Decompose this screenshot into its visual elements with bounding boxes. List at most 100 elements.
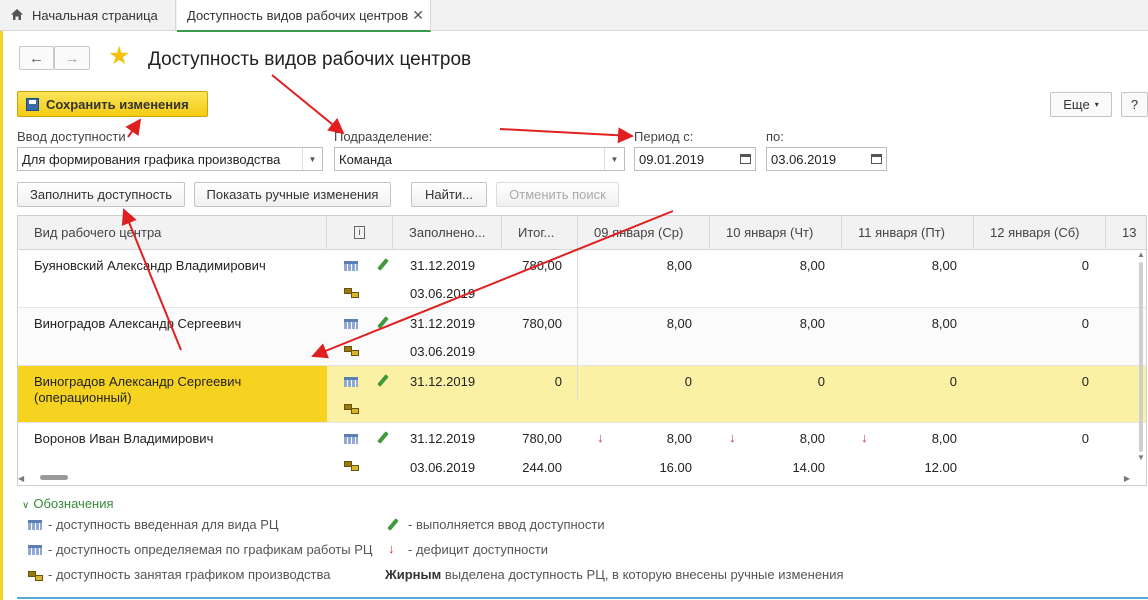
row-day-4: 0 <box>1081 374 1089 389</box>
row-date-end: 03.06.2019 <box>410 344 476 359</box>
row-day-3: 8,00 <box>931 431 957 446</box>
production-schedule-icon <box>344 288 359 298</box>
horizontal-scrollbar[interactable]: ◀ ▶ <box>18 473 1130 483</box>
pencil-icon <box>386 518 398 532</box>
table-row[interactable]: Виноградов Александр Сергеевич 31.12.201… <box>18 308 1146 366</box>
vertical-scrollbar[interactable]: ▲ ▼ <box>1137 250 1145 462</box>
legend-item-input: - выполняется ввод доступности <box>408 517 605 532</box>
forward-button[interactable]: → <box>54 46 90 70</box>
col-header-day-1[interactable]: 09 января (Ср) <box>578 216 710 250</box>
calendar-icon[interactable] <box>735 148 755 170</box>
find-button[interactable]: Найти... <box>411 182 487 207</box>
more-button[interactable]: Еще ▾ <box>1050 92 1112 117</box>
tab-availability[interactable]: Доступность видов рабочих центров ✕ <box>177 0 431 32</box>
row-day-3: 8,00 <box>931 258 957 273</box>
availability-entered-icon <box>344 261 358 271</box>
period-from-field[interactable]: 09.01.2019 <box>634 147 756 171</box>
mode-value: Для формирования графика производства <box>22 151 281 167</box>
row-date-start: 31.12.2019 <box>410 431 476 446</box>
dropdown-icon[interactable]: ▼ <box>302 148 322 170</box>
tab-home-label: Начальная страница <box>32 8 158 23</box>
save-button[interactable]: Сохранить изменения <box>17 91 208 117</box>
row-day-2: 8,00 <box>799 431 825 446</box>
chevron-down-icon: ▾ <box>1094 100 1099 109</box>
division-select[interactable]: Команда ▼ <box>334 147 625 171</box>
col-header-total[interactable]: Итог... <box>502 216 578 250</box>
dropdown-icon[interactable]: ▼ <box>604 148 624 170</box>
col-header-name[interactable]: Вид рабочего центра <box>18 216 327 250</box>
legend-bold-word: Жирным <box>385 567 442 582</box>
row-day-4: 0 <box>1081 316 1089 331</box>
back-button[interactable]: ← <box>19 46 54 70</box>
period-to-value: 03.06.2019 <box>771 151 837 167</box>
row-total: 780,00 <box>522 431 562 446</box>
row-name: Виноградов Александр Сергеевич <box>34 316 242 331</box>
scroll-right-icon[interactable]: ▶ <box>1124 474 1130 483</box>
legend-item-production: - доступность занятая графиком производс… <box>48 567 331 582</box>
fill-availability-button[interactable]: Заполнить доступность <box>17 182 185 207</box>
tab-availability-label: Доступность видов рабочих центров <box>187 7 409 23</box>
favorite-star-icon[interactable]: ★ <box>108 44 130 69</box>
row-day-1: 8,00 <box>666 316 692 331</box>
row-date-start: 31.12.2019 <box>410 316 476 331</box>
pencil-icon <box>376 258 388 272</box>
legend-toggle[interactable]: ∨ Обозначения <box>22 496 114 511</box>
vertical-scroll-thumb[interactable] <box>1139 262 1143 452</box>
row-total: 780,00 <box>522 258 562 273</box>
cancel-search-button[interactable]: Отменить поиск <box>496 182 619 207</box>
help-button[interactable]: ? <box>1121 92 1148 117</box>
column-divider <box>577 250 578 400</box>
annotation-arrow <box>271 74 345 135</box>
col-header-day-5[interactable]: 13 <box>1106 216 1146 250</box>
row-day-1: 0 <box>684 374 692 389</box>
annotation-arrow <box>125 118 142 138</box>
row-day-3: 0 <box>949 374 957 389</box>
scroll-left-icon[interactable]: ◀ <box>18 474 24 483</box>
info-icon: i <box>354 226 365 239</box>
row-name-suffix: (операционный) <box>34 390 132 405</box>
scroll-up-icon[interactable]: ▲ <box>1137 250 1145 259</box>
scroll-down-icon[interactable]: ▼ <box>1137 453 1145 462</box>
tab-home[interactable]: Начальная страница <box>0 0 176 31</box>
page-title: Доступность видов рабочих центров <box>148 49 472 70</box>
row-day-2: 8,00 <box>799 258 825 273</box>
availability-entered-icon <box>344 377 358 387</box>
col-header-filled[interactable]: Заполнено... <box>393 216 502 250</box>
legend-item-schedule: - доступность определяемая по графикам р… <box>48 542 373 557</box>
calendar-icon[interactable] <box>866 148 886 170</box>
availability-entered-icon <box>344 319 358 329</box>
home-icon <box>10 8 24 24</box>
close-icon[interactable]: ✕ <box>412 7 424 24</box>
row-name: Воронов Иван Владимирович <box>34 431 214 446</box>
legend-item-deficit: - дефицит доступности <box>408 542 549 557</box>
production-schedule-icon <box>344 404 359 414</box>
pencil-icon <box>376 374 388 388</box>
mode-label: Ввод доступности <box>17 129 126 144</box>
row-day-4: 0 <box>1081 258 1089 273</box>
period-from-label: Период с: <box>634 129 694 144</box>
mode-select[interactable]: Для формирования графика производства ▼ <box>17 147 323 171</box>
col-header-day-3[interactable]: 11 января (Пт) <box>842 216 974 250</box>
more-button-label: Еще <box>1063 97 1090 112</box>
tab-bar: Начальная страница Доступность видов раб… <box>0 0 1148 32</box>
show-manual-changes-button[interactable]: Показать ручные изменения <box>194 182 391 207</box>
deficit-arrow-icon: ↓ <box>388 541 395 556</box>
period-to-field[interactable]: 03.06.2019 <box>766 147 887 171</box>
annotation-arrow <box>499 127 634 144</box>
availability-schedule-icon <box>28 545 42 555</box>
table-row[interactable]: Буяновский Александр Владимирович 31.12.… <box>18 250 1146 308</box>
horizontal-scroll-thumb[interactable] <box>40 475 68 480</box>
col-header-day-2[interactable]: 10 января (Чт) <box>710 216 842 250</box>
row-total: 0 <box>554 374 562 389</box>
availability-entered-icon <box>344 434 358 444</box>
left-accent-line <box>0 31 3 600</box>
col-header-day-4[interactable]: 12 января (Сб) <box>974 216 1106 250</box>
col-header-info[interactable]: i <box>327 216 393 250</box>
legend-item-bold: Жирным выделена доступность РЦ, в котору… <box>385 567 844 582</box>
row-day-3: 8,00 <box>931 316 957 331</box>
save-icon <box>26 97 39 111</box>
bottom-divider <box>17 597 1148 599</box>
availability-entered-icon <box>28 520 42 530</box>
production-schedule-icon <box>28 571 43 581</box>
table-row-selected[interactable]: Виноградов Александр Сергеевич (операцио… <box>18 366 1146 423</box>
